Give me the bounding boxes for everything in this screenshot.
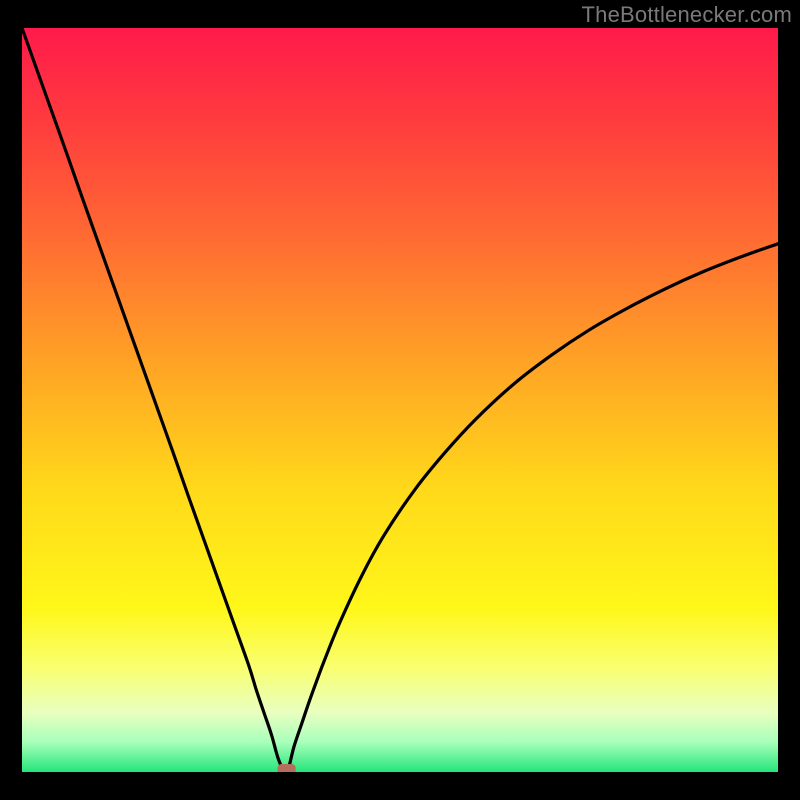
chart-plot-area [22,28,778,772]
chart-frame: TheBottlenecker.com [0,0,800,800]
chart-svg [22,28,778,772]
chart-background-gradient [22,28,778,772]
attribution-text: TheBottlenecker.com [582,2,792,28]
minimum-marker [278,764,296,772]
